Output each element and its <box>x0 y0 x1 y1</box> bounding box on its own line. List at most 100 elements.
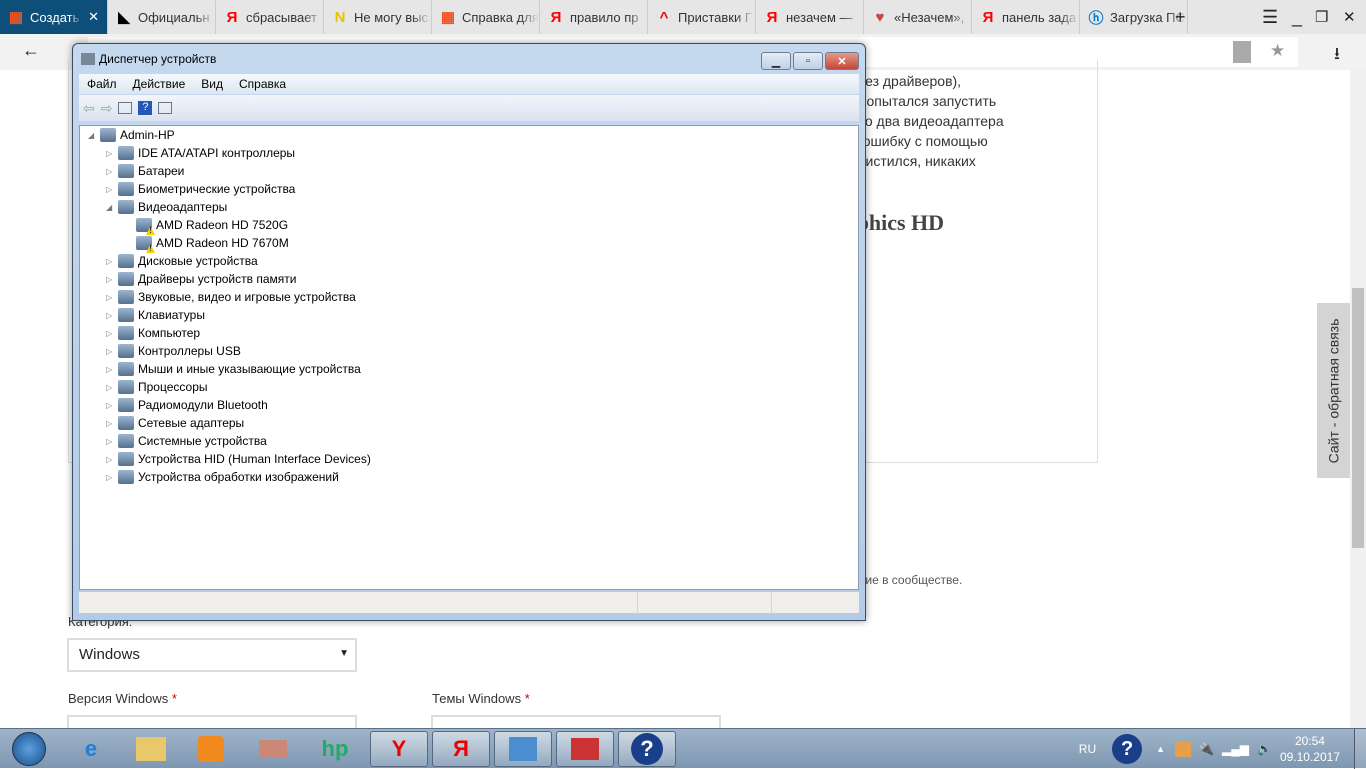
expand-arrow-icon[interactable]: ▷ <box>106 437 114 446</box>
scrollbar-thumb[interactable] <box>1352 288 1364 548</box>
clock[interactable]: 20:54 09.10.2017 <box>1280 733 1340 765</box>
browser-tab[interactable]: ♥ «Незачем», <box>864 0 972 34</box>
power-icon[interactable]: 🔌 <box>1199 742 1214 756</box>
tree-node[interactable]: ▷ Радиомодули Bluetooth <box>106 396 268 414</box>
expand-arrow-icon[interactable]: ▷ <box>106 473 114 482</box>
browser-tab[interactable]: Ясбрасывает <box>216 0 324 34</box>
tree-node[interactable]: ◢ Видеоадаптеры <box>106 198 227 216</box>
expand-arrow-icon[interactable]: ▷ <box>106 185 114 194</box>
explorer-icon[interactable] <box>122 731 180 767</box>
browser-tab[interactable]: Япанель зада <box>972 0 1080 34</box>
expand-arrow-icon[interactable]: ▷ <box>106 383 114 392</box>
expand-arrow-icon[interactable]: ▷ <box>106 347 114 356</box>
browser-tab[interactable]: N Не могу выс <box>324 0 432 34</box>
hp-icon[interactable]: hp <box>306 731 364 767</box>
browser-tab[interactable]: ▦ Создать н ✕ <box>0 0 108 34</box>
expand-arrow-icon[interactable]: ▷ <box>106 401 114 410</box>
tree-node[interactable]: ▷ Компьютер <box>106 324 200 342</box>
help-taskbar-icon[interactable]: ? <box>618 731 676 767</box>
menu-item[interactable]: Действие <box>125 77 194 91</box>
restore-button[interactable]: ❐ <box>1315 0 1328 34</box>
maximize-button[interactable]: ▫ <box>793 52 823 70</box>
tree-node[interactable]: ▷ IDE ATA/ATAPI контроллеры <box>106 144 295 162</box>
tree-node[interactable]: ! AMD Radeon HD 7670M <box>124 234 289 253</box>
properties-icon[interactable] <box>118 102 133 114</box>
minimize-button[interactable]: _ <box>1292 0 1302 34</box>
feedback-tab[interactable]: Сайт - обратная связь <box>1317 303 1350 478</box>
device-icon <box>100 128 116 142</box>
start-button[interactable] <box>4 729 54 769</box>
view-icon[interactable] <box>158 102 173 114</box>
star-icon[interactable]: ★ <box>1270 41 1285 61</box>
expand-arrow-icon[interactable]: ▷ <box>106 419 114 428</box>
tree-node-label: Видеоадаптеры <box>138 200 228 214</box>
control-panel-icon[interactable] <box>494 731 552 767</box>
menu-item[interactable]: Файл <box>79 77 125 91</box>
close-button[interactable]: ✕ <box>825 52 859 70</box>
expand-arrow-icon[interactable]: ▷ <box>106 329 114 338</box>
tree-node[interactable]: ▷ Звуковые, видео и игровые устройства <box>106 288 356 306</box>
expand-arrow-icon[interactable]: ◢ <box>106 203 114 212</box>
yandex-icon[interactable]: Я <box>432 731 490 767</box>
tree-node[interactable]: ▷ Устройства обработки изображений <box>106 468 339 486</box>
media-player-icon[interactable] <box>182 731 240 767</box>
tree-node[interactable]: ▷ Устройства HID (Human Interface Devices… <box>106 450 371 468</box>
abc-icon: ♥ <box>875 8 885 26</box>
menu-item[interactable]: Справка <box>231 77 294 91</box>
close-button[interactable]: ✕ <box>1343 0 1356 34</box>
app-icon[interactable] <box>244 731 302 767</box>
device-manager-taskbar-icon[interactable] <box>556 731 614 767</box>
lock-icon[interactable] <box>1233 41 1251 63</box>
browser-menu-button[interactable]: ☰ <box>1262 0 1278 34</box>
yandex-browser-icon[interactable]: Y <box>370 731 428 767</box>
browser-tab[interactable]: ▦ Справка для <box>432 0 540 34</box>
signal-icon[interactable]: ▂▄▆ <box>1222 742 1249 756</box>
expand-arrow-icon[interactable]: ▷ <box>106 149 114 158</box>
tree-node[interactable]: ▷ Батареи <box>106 162 184 180</box>
help-tray-icon[interactable]: ? <box>1112 734 1143 764</box>
back-arrow-icon[interactable]: ⇦ <box>83 100 95 117</box>
expand-arrow-icon[interactable]: ▷ <box>106 455 114 464</box>
ie-icon[interactable]: e <box>62 731 120 767</box>
tree-node[interactable]: ▷ Дисковые устройства <box>106 252 258 270</box>
new-tab-button[interactable]: + <box>1175 0 1186 34</box>
tree-node[interactable]: ▷ Биометрические устройства <box>106 180 295 198</box>
tree-node[interactable]: ! AMD Radeon HD 7520G <box>124 216 288 235</box>
close-tab-icon[interactable]: ✕ <box>88 9 99 25</box>
help-icon[interactable]: ? <box>138 101 153 115</box>
tree-node[interactable]: ◢ Admin-HP <box>88 126 175 144</box>
category-select[interactable]: Windows ▼ <box>67 638 357 672</box>
tree-node[interactable]: ▷ Процессоры <box>106 378 208 396</box>
browser-tab[interactable]: Янезачем — <box>756 0 864 34</box>
tree-node[interactable]: ▷ Системные устройства <box>106 432 267 450</box>
tree-node[interactable]: ▷ Клавиатуры <box>106 306 205 324</box>
minimize-button[interactable]: ▁ <box>761 52 791 70</box>
menu-item[interactable]: Вид <box>193 77 231 91</box>
expand-arrow-icon[interactable]: ▷ <box>106 257 114 266</box>
page-scrollbar[interactable] <box>1350 70 1366 728</box>
show-desktop-button[interactable] <box>1354 729 1366 769</box>
device-icon <box>118 434 134 448</box>
download-icon[interactable]: ⭳ <box>1334 41 1340 70</box>
language-indicator[interactable]: RU <box>1079 742 1096 756</box>
network-error-icon[interactable] <box>1175 741 1192 757</box>
tree-node[interactable]: ▷ Сетевые адаптеры <box>106 414 244 432</box>
tree-node[interactable]: ▷ Драйверы устройств памяти <box>106 270 296 288</box>
tree-node[interactable]: ▷ Контроллеры USB <box>106 342 241 360</box>
expand-arrow-icon[interactable]: ▷ <box>106 311 114 320</box>
expand-arrow-icon[interactable]: ▷ <box>106 365 114 374</box>
expand-arrow-icon[interactable]: ▷ <box>106 293 114 302</box>
tree-node[interactable]: ▷ Мыши и иные указывающие устройства <box>106 360 361 378</box>
forward-arrow-icon[interactable]: ⇨ <box>101 100 113 117</box>
browser-tab[interactable]: Яправило пр <box>540 0 648 34</box>
back-button[interactable]: ← <box>22 40 40 61</box>
expand-arrow-icon[interactable]: ◢ <box>88 131 96 140</box>
browser-tab[interactable]: ^ Приставки Г <box>648 0 756 34</box>
show-hidden-icons[interactable]: ▲ <box>1156 744 1165 754</box>
expand-arrow-icon[interactable]: ▷ <box>106 167 114 176</box>
browser-tab[interactable]: ◣ Официальн <box>108 0 216 34</box>
browser-tab[interactable]: ⓗ Загрузка ПС <box>1080 0 1188 34</box>
yandex-icon: Я <box>982 8 994 26</box>
volume-icon[interactable]: 🔈 <box>1257 742 1272 756</box>
expand-arrow-icon[interactable]: ▷ <box>106 275 114 284</box>
